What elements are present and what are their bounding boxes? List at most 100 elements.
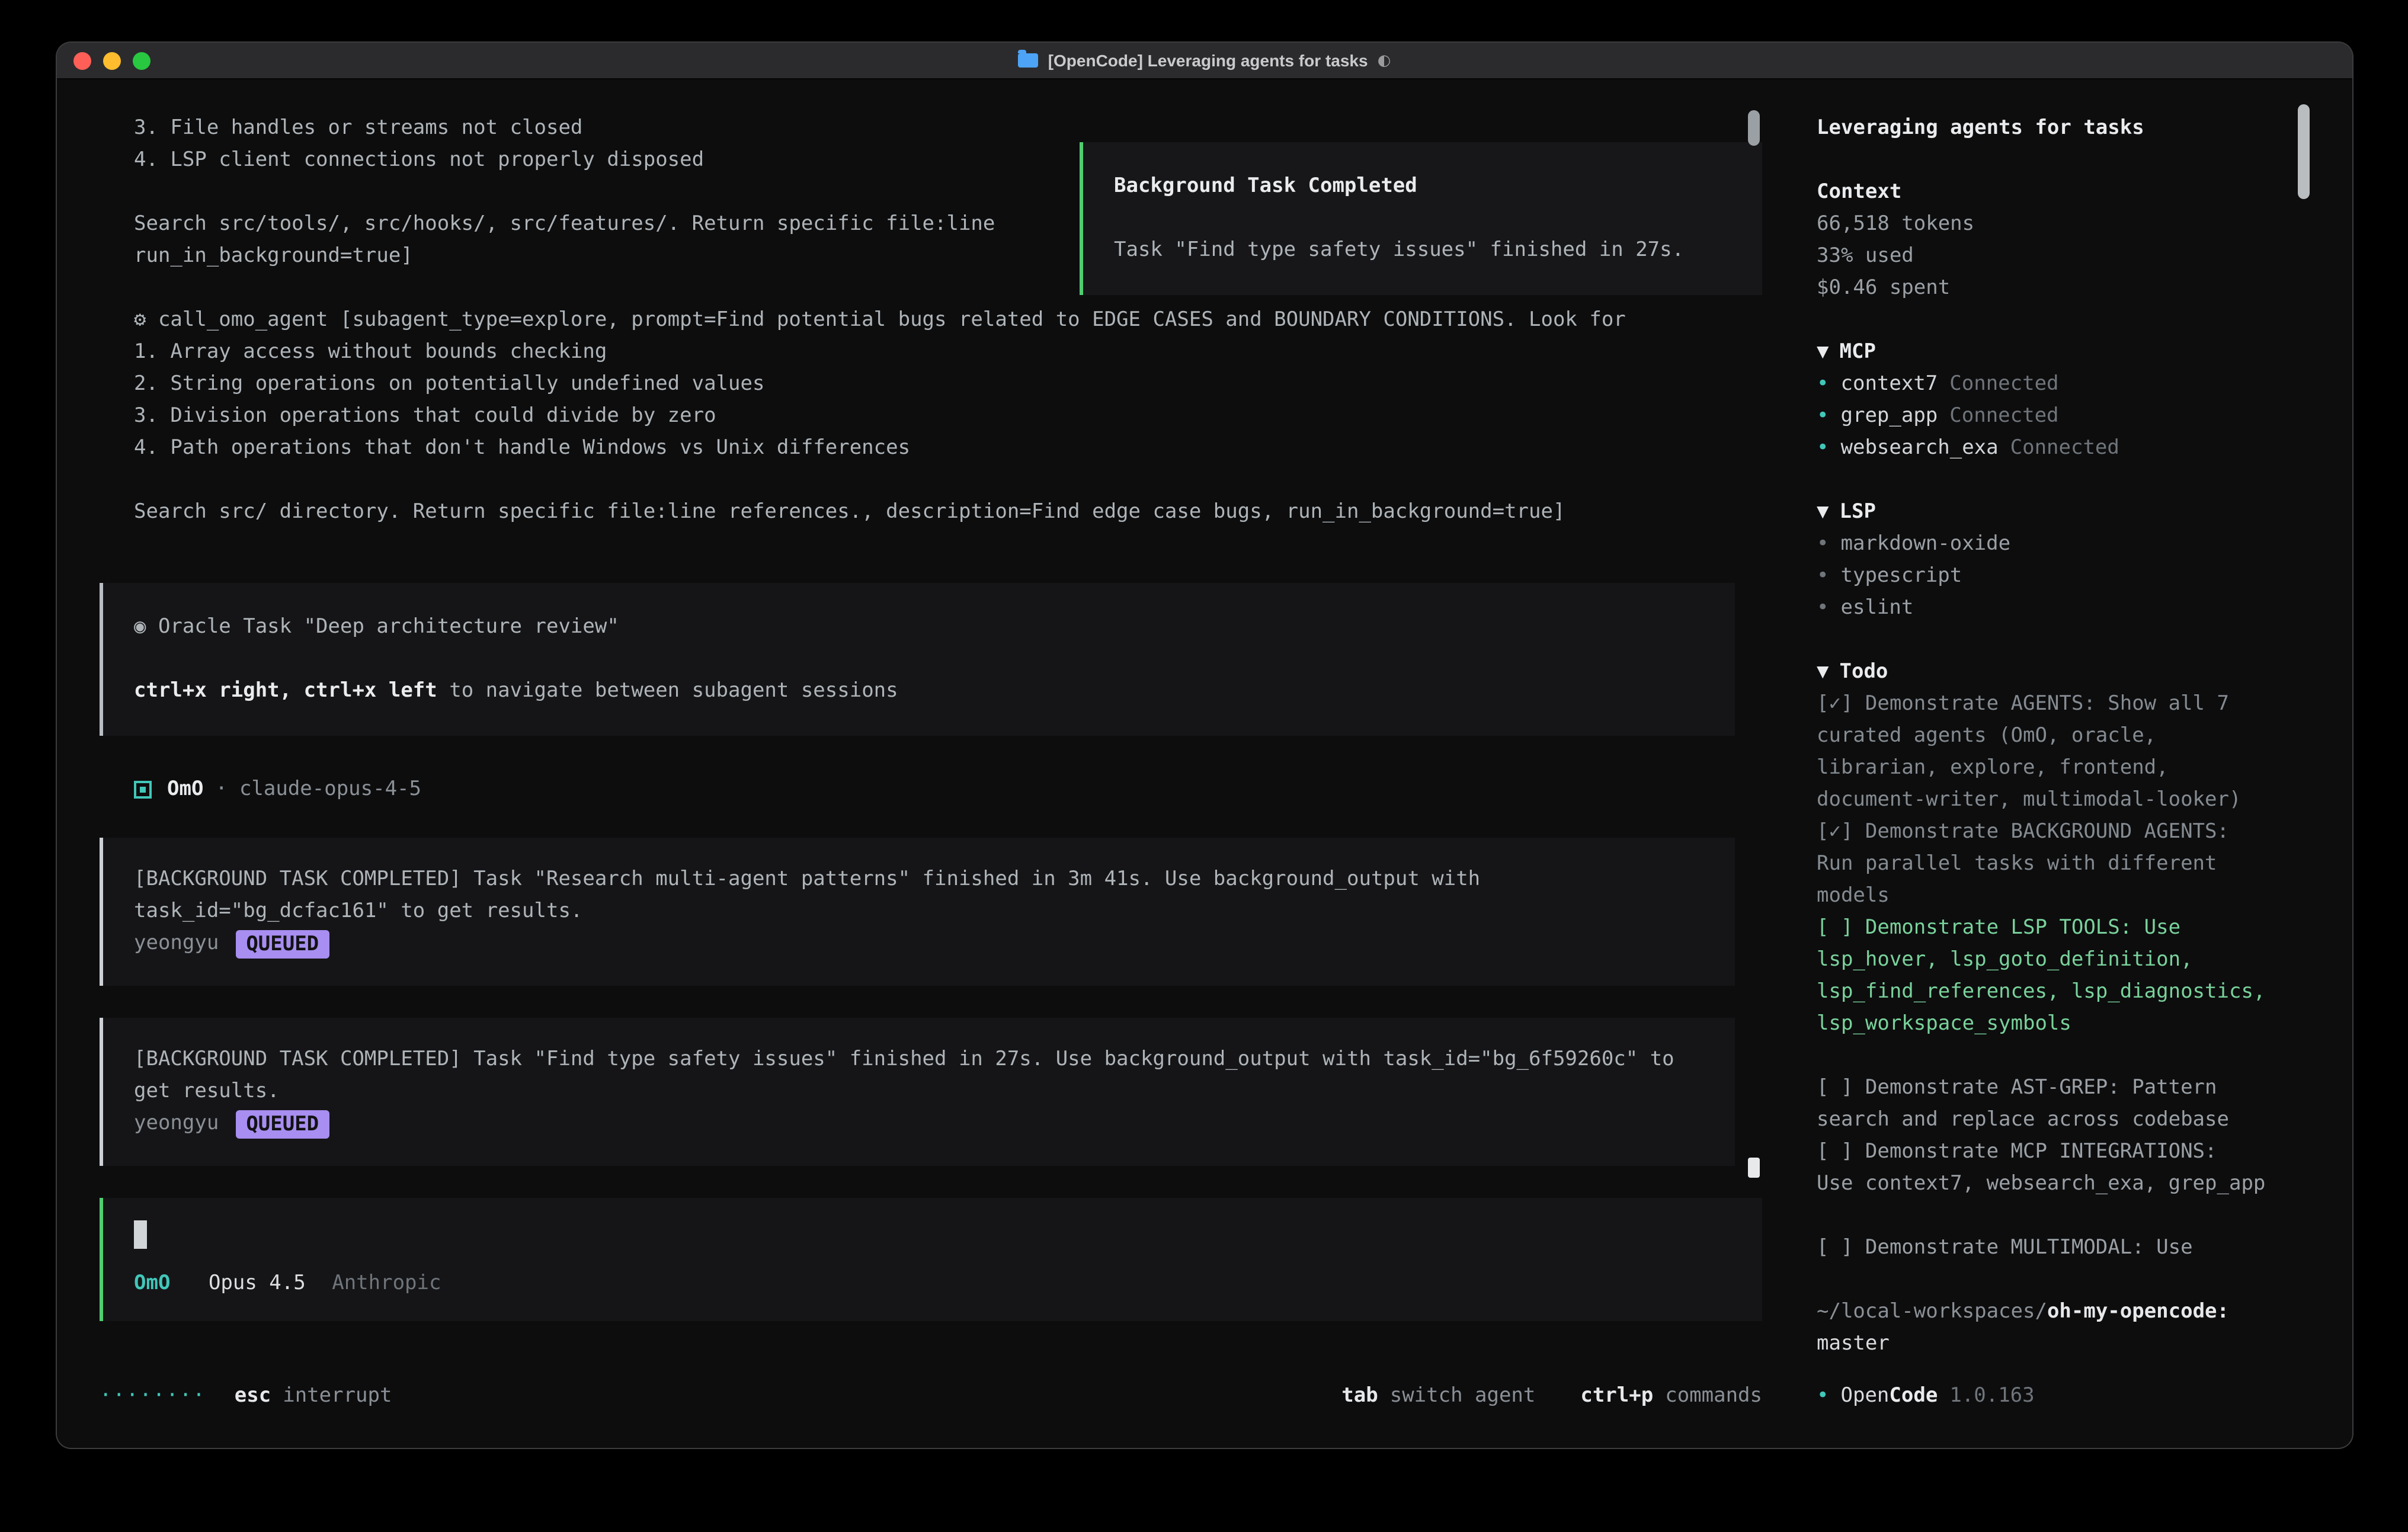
todo-item: [ ] Demonstrate MCP INTEGRATIONS: Use co… [1817, 1136, 2272, 1200]
lsp-item: •typescript [1817, 560, 2272, 592]
folder-icon [1019, 53, 1039, 68]
mcp-server-name: context7 [1841, 372, 1938, 396]
model-agent-name: OmO [134, 1271, 170, 1295]
esc-key-label: interrupt [283, 1380, 392, 1412]
chat-area: 3. File handles or streams not closed 4.… [57, 79, 1793, 1448]
text-cursor [134, 1220, 147, 1249]
sidebar: Leveraging agents for tasks Context 66,5… [1793, 79, 2352, 1448]
lsp-item: •markdown-oxide [1817, 528, 2272, 560]
context-header: Context [1817, 177, 2272, 209]
status-badge: QUEUED [235, 1110, 329, 1138]
lsp-section: ▼LSP •markdown-oxide •typescript •eslint [1817, 496, 2272, 624]
message-meta: yeongyu QUEUED [134, 928, 1704, 960]
mcp-section-header[interactable]: ▼ MCP [1817, 336, 2272, 368]
todo-section-header[interactable]: ▼ Todo [1817, 656, 2272, 688]
message-body: [BACKGROUND TASK COMPLETED] Task "Find t… [134, 1044, 1704, 1108]
brand-name-code: Code [1889, 1380, 1938, 1412]
toast-body: Task "Find type safety issues" finished … [1114, 235, 1731, 267]
tab-key-label: switch agent [1390, 1384, 1536, 1408]
spinner-dots: ········ [100, 1380, 206, 1412]
status-badge: QUEUED [235, 930, 329, 958]
esc-key-hint: esc [235, 1380, 271, 1412]
background-task-toast: Background Task Completed Task "Find typ… [1080, 142, 1762, 295]
window-controls [73, 52, 150, 69]
message-body: [BACKGROUND TASK COMPLETED] Task "Resear… [134, 864, 1704, 928]
status-bar: ········ esc interrupt tabswitch agent c… [100, 1380, 1762, 1412]
window-titlebar: [OpenCode] Leveraging agents for tasks ◐ [57, 43, 2352, 79]
mcp-server-status: Connected [2010, 436, 2119, 460]
todo-item: [ ] Demonstrate MULTIMODAL: Use [1817, 1232, 2272, 1264]
terminal-line: 2. String operations on potentially unde… [134, 368, 1762, 400]
mcp-server-name: websearch_exa [1841, 436, 1999, 460]
bullet-icon: • [1817, 564, 1829, 588]
mcp-server-name: grep_app [1841, 404, 1938, 428]
model-indicator: OmO Opus 4.5 Anthropic [134, 1268, 1731, 1300]
model-provider: Anthropic [332, 1271, 441, 1295]
app-version-footer: • Open Code 1.0.163 [1817, 1380, 2272, 1412]
prompt-input[interactable] [134, 1219, 1731, 1251]
screen: [OpenCode] Leveraging agents for tasks ◐… [0, 0, 2408, 1532]
terminal-line: 3. File handles or streams not closed [134, 113, 1762, 145]
main-scrollbar-thumb[interactable] [1748, 110, 1760, 146]
minimize-button[interactable] [103, 52, 121, 69]
bullet-icon: • [1817, 404, 1829, 428]
oracle-task-panel: ◉ Oracle Task "Deep architecture review"… [100, 583, 1735, 736]
workspace-branch: master [1817, 1328, 2272, 1360]
terminal-window: [OpenCode] Leveraging agents for tasks ◐… [57, 43, 2352, 1448]
tool-call-line: ⚙ call_omo_agent [subagent_type=explore,… [134, 305, 1762, 336]
todo-section-label: Todo [1840, 660, 1888, 684]
todo-item: [✓] Demonstrate AGENTS: Show all 7 curat… [1817, 688, 2272, 816]
close-button[interactable] [73, 52, 91, 69]
mcp-item: • websearch_exa Connected [1817, 432, 2272, 464]
chevron-down-icon: ▼ [1817, 660, 1829, 684]
terminal-line: Search src/ directory. Return specific f… [134, 496, 1762, 528]
agent-header: OmO · claude-opus-4-5 [100, 774, 1762, 806]
workspace-repo: oh-my-opencode: [2047, 1300, 2229, 1323]
terminal-line: 1. Array access without bounds checking [134, 336, 1762, 368]
bullet-icon: • [1817, 436, 1829, 460]
mcp-item: • grep_app Connected [1817, 400, 2272, 432]
lsp-item: •eslint [1817, 592, 2272, 624]
context-tokens: 66,518 tokens [1817, 209, 2272, 241]
subagent-nav-hint: ctrl+x right, ctrl+x left to navigate be… [134, 675, 1704, 707]
context-used: 33% used [1817, 241, 2272, 273]
workspace-path: ~/local-workspaces/oh-my-opencode: maste… [1817, 1296, 2272, 1360]
main-scrollbar-marker[interactable] [1748, 1158, 1760, 1178]
prompt-input-area[interactable]: OmO Opus 4.5 Anthropic [100, 1198, 1762, 1321]
background-task-message: [BACKGROUND TASK COMPLETED] Task "Resear… [100, 838, 1735, 986]
todo-item: [ ] Demonstrate LSP TOOLS: Use lsp_hover… [1817, 912, 2272, 1040]
context-section: Context 66,518 tokens 33% used $0.46 spe… [1817, 177, 2272, 305]
hint-text: to navigate between subagent sessions [437, 679, 898, 703]
mcp-section-label: MCP [1840, 340, 1876, 364]
agent-model: claude-opus-4-5 [239, 774, 421, 806]
bullet-icon: • [1817, 532, 1829, 556]
fullscreen-button[interactable] [133, 52, 150, 69]
agent-icon [134, 781, 152, 799]
chevron-down-icon: ▼ [1817, 340, 1829, 364]
mcp-server-status: Connected [1949, 404, 2058, 428]
workspace-path-line: ~/local-workspaces/oh-my-opencode: [1817, 1296, 2272, 1328]
progress-circle-icon: ◐ [1378, 52, 1391, 69]
terminal-line: 3. Division operations that could divide… [134, 400, 1762, 432]
session-title: Leveraging agents for tasks [1817, 113, 2272, 145]
mcp-item: •context7Connected [1817, 368, 2272, 400]
message-author: yeongyu [134, 928, 219, 960]
brand-name-open: Open [1841, 1380, 1890, 1412]
hint-keys: ctrl+x right, ctrl+x left [134, 679, 437, 703]
terminal-line: 4. Path operations that don't handle Win… [134, 432, 1762, 464]
window-title-text: [OpenCode] Leveraging agents for tasks [1048, 51, 1368, 70]
status-bar-right: tabswitch agent ctrl+pcommands [1296, 1380, 1762, 1412]
todo-section: ▼ Todo [✓] Demonstrate AGENTS: Show all 7… [1817, 656, 2272, 1264]
window-title: [OpenCode] Leveraging agents for tasks ◐ [57, 51, 2352, 70]
todo-item: [✓] Demonstrate BACKGROUND AGENTS: Run p… [1817, 816, 2272, 912]
sidebar-scrollbar-thumb[interactable] [2298, 104, 2310, 199]
commands-hint: ctrl+pcommands [1580, 1380, 1762, 1412]
message-meta: yeongyu QUEUED [134, 1108, 1704, 1140]
toast-title: Background Task Completed [1114, 171, 1731, 203]
ctrlp-key-hint: ctrl+p [1580, 1384, 1653, 1408]
lsp-section-header[interactable]: ▼LSP [1817, 496, 2272, 528]
separator-dot: · [215, 774, 228, 806]
app-version: 1.0.163 [1949, 1380, 2034, 1412]
tab-hint: tabswitch agent [1341, 1380, 1535, 1412]
message-author: yeongyu [134, 1108, 219, 1140]
